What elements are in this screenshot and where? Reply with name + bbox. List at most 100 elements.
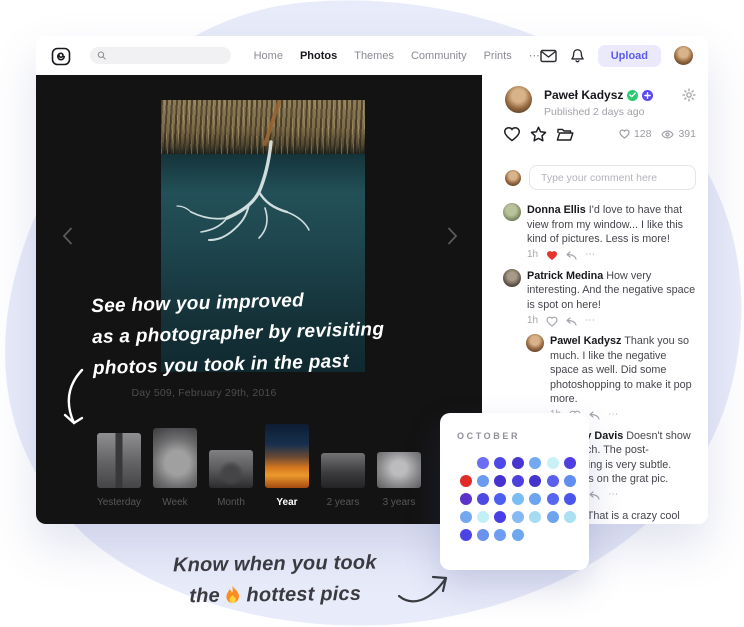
next-photo-button[interactable] — [447, 227, 458, 250]
commenter-name[interactable]: Donna Ellis — [527, 204, 586, 216]
search-icon — [97, 50, 106, 61]
commenter-avatar[interactable] — [503, 269, 521, 287]
photo-viewer: See how you improved as a photographer b… — [36, 75, 482, 524]
calendar-day-dot — [494, 475, 506, 487]
footnote-line1: Know when you took — [155, 547, 395, 581]
marketing-note-improve: See how you improved as a photographer b… — [91, 283, 386, 384]
comment-reply-button[interactable] — [566, 251, 577, 260]
comment-pawel-kadysz-reply: Pawel Kadysz Thank you so much. I like t… — [526, 334, 696, 422]
thumbnail-image — [265, 424, 309, 488]
calendar-day-dot — [494, 493, 506, 505]
messages-button[interactable] — [540, 49, 557, 63]
calendar-day-dot — [564, 475, 576, 487]
author-name[interactable]: Paweł Kadysz — [544, 88, 623, 102]
add-to-series-button[interactable] — [556, 127, 574, 142]
verified-badge-icon — [627, 90, 638, 101]
calendar-day-dot — [564, 457, 576, 469]
comment-more-button[interactable]: ⋯ — [585, 314, 595, 329]
upload-button[interactable]: Upload — [598, 45, 661, 67]
thumb-label: 2 years — [327, 497, 360, 508]
calendar-day-dot — [494, 511, 506, 523]
comment-more-button[interactable]: ⋯ — [608, 408, 618, 423]
comment-reply-button[interactable] — [589, 411, 600, 420]
footnote-line2: the hottest pics — [155, 578, 395, 612]
fire-emoji-icon — [226, 585, 241, 603]
thumb-year[interactable]: Year — [261, 424, 313, 508]
calendar-day-dot — [477, 457, 489, 469]
nav-more-menu[interactable]: ⋯ — [529, 49, 540, 62]
comment-more-button[interactable]: ⋯ — [585, 248, 595, 263]
photo-actions: 128 391 — [503, 126, 696, 142]
thumbnail-image — [153, 428, 197, 488]
calendar-day-dot — [512, 475, 524, 487]
calendar-day-dot — [547, 511, 559, 523]
comment-reply-button[interactable] — [566, 317, 577, 326]
tookapic-logo-icon[interactable] — [51, 46, 71, 66]
photo-stats: 128 391 — [619, 128, 696, 140]
heart-icon — [503, 126, 521, 142]
eye-icon — [661, 130, 674, 139]
commenter-avatar[interactable] — [526, 334, 544, 352]
thumb-label: Week — [162, 497, 187, 508]
like-button[interactable] — [503, 126, 521, 142]
prev-photo-button[interactable] — [62, 227, 73, 250]
calendar-day-dot — [512, 511, 524, 523]
thumb-yesterday[interactable]: Yesterday — [93, 433, 145, 508]
calendar-day-dot — [547, 457, 559, 469]
comment-meta: 1h ⋯ — [527, 250, 696, 262]
commenter-avatar[interactable] — [503, 203, 521, 221]
thumb-label: Year — [276, 497, 297, 508]
comment-time: 1h — [527, 248, 538, 263]
thumb-2-years[interactable]: 2 years — [317, 453, 369, 508]
nav-link-prints[interactable]: Prints — [484, 50, 512, 62]
commenter-name[interactable]: Patrick Medina — [527, 270, 603, 282]
thumb-3-years[interactable]: 3 years — [373, 452, 425, 508]
calendar-day-dot — [460, 475, 472, 487]
author-avatar[interactable] — [505, 86, 532, 113]
comment-reply-button[interactable] — [589, 491, 600, 500]
thumbnail-image — [209, 450, 253, 488]
calendar-dots — [457, 454, 589, 544]
comment-more-button[interactable]: ⋯ — [608, 488, 618, 503]
heart-filled-icon — [546, 250, 558, 261]
search-input[interactable] — [110, 49, 223, 62]
envelope-icon — [540, 49, 557, 63]
marketing-note-hottest: Know when you took the hottest pics — [155, 547, 396, 612]
nav-link-photos[interactable]: Photos — [300, 50, 337, 62]
bell-icon — [570, 48, 585, 64]
reply-icon — [566, 251, 577, 260]
calendar-day-dot — [547, 475, 559, 487]
nav-link-community[interactable]: Community — [411, 50, 467, 62]
nav-link-home[interactable]: Home — [254, 50, 283, 62]
settings-gear-icon[interactable] — [682, 88, 696, 107]
notifications-button[interactable] — [570, 48, 585, 64]
comment-patrick-medina: Patrick Medina How very interesting. And… — [503, 269, 696, 328]
thumb-month[interactable]: Month — [205, 450, 257, 508]
calendar-day-dot — [564, 493, 576, 505]
calendar-day-dot — [460, 529, 472, 541]
reply-icon — [566, 317, 577, 326]
thumb-week[interactable]: Week — [149, 428, 201, 508]
top-navbar: Home Photos Themes Community Prints ⋯ — [36, 36, 708, 75]
calendar-day-dot — [477, 493, 489, 505]
thumb-label: Month — [217, 497, 245, 508]
favorite-star-button[interactable] — [530, 126, 547, 142]
comment-input[interactable] — [529, 165, 696, 190]
calendar-day-dot — [529, 475, 541, 487]
commenter-name[interactable]: Pawel Kadysz — [550, 335, 621, 347]
comment-time: 1h — [527, 314, 538, 329]
folder-icon — [556, 127, 574, 142]
calendar-day-dot — [529, 457, 541, 469]
current-user-avatar[interactable] — [674, 46, 693, 65]
search-bar[interactable] — [90, 47, 231, 64]
plus-badge-icon — [642, 90, 653, 101]
calendar-day-dot — [529, 493, 541, 505]
comment-like-button[interactable] — [546, 316, 558, 327]
nav-link-themes[interactable]: Themes — [354, 50, 394, 62]
calendar-month-title: OCTOBER — [457, 431, 589, 441]
comment-like-button[interactable] — [546, 250, 558, 261]
star-icon — [530, 126, 547, 142]
comment-donna-ellis: Donna Ellis I'd love to have that view f… — [503, 203, 696, 262]
thumb-label: 3 years — [383, 497, 416, 508]
views-count: 391 — [661, 128, 696, 140]
